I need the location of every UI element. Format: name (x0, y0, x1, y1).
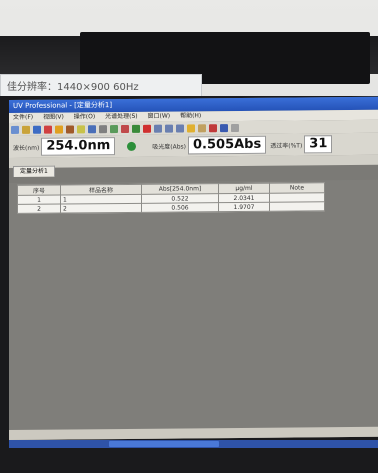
cell-abs[interactable]: 0.506 (141, 202, 219, 213)
tab-strip: 定量分析1 (9, 154, 378, 177)
results-table: 序号 样品名称 Abs[254.0nm] μg/ml Note 1 1 0.52… (17, 182, 325, 214)
folder-icon[interactable] (77, 124, 85, 133)
misc-icon[interactable] (231, 123, 239, 132)
zoom-out-icon[interactable] (165, 124, 173, 133)
taskbar-app-button[interactable] (109, 441, 219, 447)
stop-icon[interactable] (44, 125, 52, 134)
help-icon[interactable] (187, 123, 195, 132)
wavelength-label: 波长(nm) (13, 144, 40, 152)
data-grid-area: 序号 样品名称 Abs[254.0nm] μg/ml Note 1 1 0.52… (9, 179, 378, 440)
readout-bar: 波长(nm) 254.0nm 吸光度(Abs) 0.505Abs 透过率(%T)… (9, 132, 378, 158)
menu-window[interactable]: 窗口(W) (148, 113, 171, 120)
save-icon[interactable] (33, 125, 41, 134)
run-icon[interactable] (132, 124, 140, 133)
col-sample-name[interactable]: 样品名称 (60, 184, 142, 196)
new-icon[interactable] (11, 125, 19, 134)
chart-icon[interactable] (110, 124, 118, 133)
col-note[interactable]: Note (269, 182, 325, 194)
menu-view[interactable]: 视图(V) (43, 114, 64, 121)
table-row[interactable]: 2 2 0.506 1.9707 (17, 201, 325, 214)
cell-conc[interactable]: 2.0341 (218, 193, 270, 203)
cell-note[interactable] (269, 201, 325, 212)
print-icon[interactable] (99, 124, 107, 133)
menu-file[interactable]: 文件(F) (13, 114, 33, 121)
cell-conc[interactable]: 1.9707 (218, 202, 270, 212)
menu-spectrum[interactable]: 光谱处理(S) (105, 113, 138, 120)
abs-label: 吸光度(Abs) (152, 142, 186, 151)
col-index[interactable]: 序号 (17, 185, 61, 196)
cell-note[interactable] (269, 192, 325, 203)
col-conc[interactable]: μg/ml (218, 183, 270, 194)
trans-label: 透过率(%T) (270, 141, 303, 150)
sticker-text: 佳分辨率：1440×900 60Hz (7, 82, 139, 93)
trans-value: 31 (304, 135, 333, 154)
info-icon[interactable] (220, 123, 228, 132)
cell-index[interactable]: 1 (17, 195, 61, 205)
cell-index[interactable]: 2 (17, 204, 61, 214)
menu-help[interactable]: 帮助(H) (180, 112, 201, 119)
abs-value: 0.505Abs (188, 135, 267, 155)
zoom-in-icon[interactable] (154, 124, 162, 133)
settings-icon[interactable] (198, 123, 206, 132)
wavelength-value: 254.0nm (41, 137, 116, 156)
tab-quant-analysis[interactable]: 定量分析1 (13, 165, 55, 177)
halt-icon[interactable] (143, 124, 151, 133)
monitor-screen: UV Professional - [定量分析1] 文件(F) 视图(V) 操作… (9, 96, 378, 440)
settings-gear-icon[interactable] (127, 141, 137, 151)
cell-sample-name[interactable]: 2 (60, 203, 142, 214)
record-icon[interactable] (121, 124, 129, 133)
flag-icon[interactable] (55, 125, 63, 134)
menu-operate[interactable]: 操作(O) (74, 113, 95, 120)
tool-icon[interactable] (66, 124, 74, 134)
zoom-fit-icon[interactable] (176, 123, 184, 133)
col-abs[interactable]: Abs[254.0nm] (141, 183, 219, 195)
alert-icon[interactable] (209, 123, 217, 132)
windows-taskbar (9, 440, 378, 448)
open-icon[interactable] (22, 125, 30, 134)
disk-icon[interactable] (88, 124, 96, 133)
